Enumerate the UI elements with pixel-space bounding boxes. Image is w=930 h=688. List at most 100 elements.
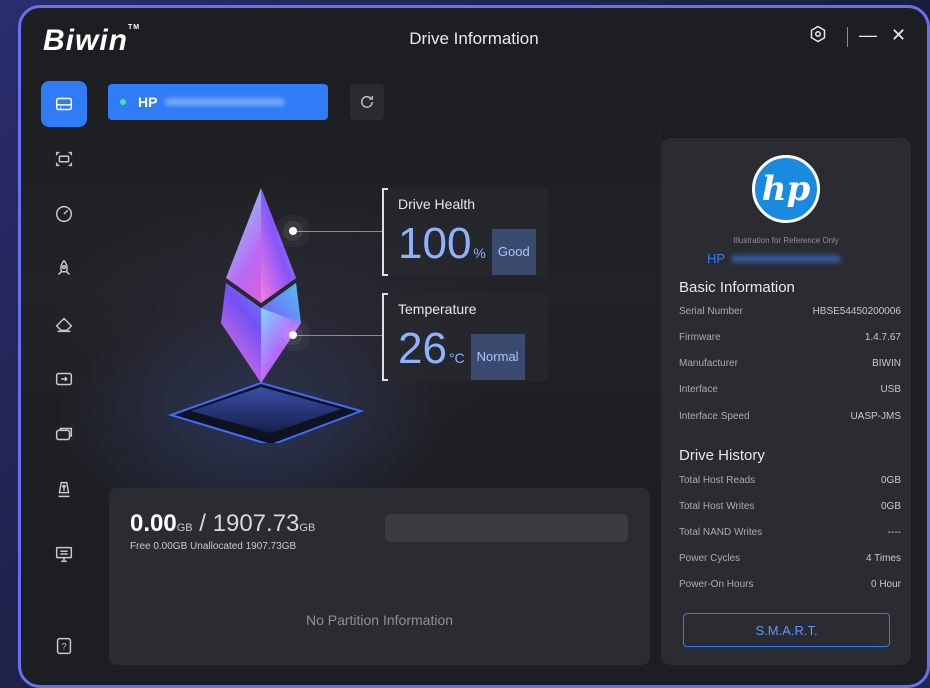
history-label: Total NAND Writes xyxy=(679,527,763,538)
help-icon: ? xyxy=(56,637,72,655)
storage-separator: / xyxy=(199,510,206,537)
sidebar-item-system[interactable] xyxy=(41,531,87,577)
close-button[interactable]: ✕ xyxy=(891,25,906,46)
temperature-connector xyxy=(293,335,383,336)
eraser-icon xyxy=(55,317,73,333)
info-label: Firmware xyxy=(679,332,721,343)
title-bar: BiwinTM Drive Information — ✕ xyxy=(21,8,927,74)
storage-capacity: 0.00GB / 1907.73GB xyxy=(130,510,315,538)
temperature-marker xyxy=(289,331,297,339)
sidebar-item-help[interactable]: ? xyxy=(41,623,87,669)
history-row-power-cycles: Power Cycles 4 Times xyxy=(679,553,901,569)
health-connector xyxy=(293,231,383,232)
title-divider xyxy=(847,27,848,47)
info-value: 1.4.7.67 xyxy=(864,332,901,343)
drive-history-title: Drive History xyxy=(679,447,765,464)
info-label: Interface Speed xyxy=(679,411,750,422)
sidebar-item-scan[interactable] xyxy=(41,136,87,182)
history-label: Power Cycles xyxy=(679,553,741,564)
drive-info-panel: hp Illustration for Reference Only HP Ba… xyxy=(661,138,911,665)
temperature-value: 26 xyxy=(398,324,447,373)
history-value: 4 Times xyxy=(865,553,901,564)
info-label: Manufacturer xyxy=(679,358,738,369)
history-row-reads: Total Host Reads 0GB xyxy=(679,475,901,491)
history-label: Total Host Reads xyxy=(679,475,756,486)
sidebar-item-clone[interactable] xyxy=(41,411,87,457)
drive-icon xyxy=(55,97,73,111)
firmware-upload-icon xyxy=(58,481,70,498)
monitor-icon xyxy=(55,546,73,563)
drive-selector[interactable]: HP xyxy=(108,84,328,120)
history-label: Power-On Hours xyxy=(679,579,754,590)
temperature-status: Normal xyxy=(470,334,525,380)
storage-used-value: 0.00 xyxy=(130,510,177,537)
drive-health-label: Drive Health xyxy=(398,196,476,212)
crystal-illustration xyxy=(167,188,365,443)
sidebar-item-migrate[interactable] xyxy=(41,356,87,402)
storage-free-info: Free 0.00GB Unallocated 1907.73GB xyxy=(130,541,297,552)
info-row-manufacturer: Manufacturer BIWIN xyxy=(679,358,901,374)
info-row-interface: Interface USB xyxy=(679,384,901,400)
history-label: Total Host Writes xyxy=(679,501,755,512)
reference-note: Illustration for Reference Only xyxy=(733,236,839,245)
drive-health-status: Good xyxy=(491,229,536,275)
history-row-writes: Total Host Writes 0GB xyxy=(679,501,901,517)
no-partition-message: No Partition Information xyxy=(305,612,454,628)
drive-model: HP xyxy=(707,251,842,266)
smart-button[interactable]: S.M.A.R.T. xyxy=(683,613,890,647)
temperature-label: Temperature xyxy=(398,301,477,317)
info-label: Serial Number xyxy=(679,306,743,317)
temperature-value-row: 26 °C Normal xyxy=(398,327,525,380)
history-value: 0GB xyxy=(880,475,901,486)
temperature-bracket xyxy=(382,293,388,381)
storage-total-unit: GB xyxy=(299,522,316,534)
scan-icon xyxy=(55,151,73,167)
temperature-card: Temperature 26 °C Normal xyxy=(382,293,548,381)
info-row-interface-speed: Interface Speed UASP-JMS xyxy=(679,411,901,427)
svg-text:?: ? xyxy=(61,642,66,652)
history-row-nand-writes: Total NAND Writes ---- xyxy=(679,527,901,543)
history-value: 0GB xyxy=(880,501,901,512)
refresh-icon xyxy=(361,96,373,108)
drive-status-dot xyxy=(120,99,126,105)
sidebar-item-boost[interactable] xyxy=(41,246,87,292)
drive-model-redacted xyxy=(165,98,286,106)
history-row-power-on-hours: Power-On Hours 0 Hour xyxy=(679,579,901,595)
info-label: Interface xyxy=(679,384,718,395)
health-marker xyxy=(289,227,297,235)
speedometer-icon xyxy=(55,205,73,223)
storage-used-unit: GB xyxy=(176,522,193,534)
hp-logo: hp xyxy=(752,155,820,223)
clone-drive-icon xyxy=(55,427,73,441)
temperature-unit: °C xyxy=(448,350,465,366)
drive-health-unit: % xyxy=(473,245,486,261)
rocket-icon xyxy=(57,259,71,276)
migrate-icon xyxy=(55,372,73,386)
sidebar-item-firmware[interactable] xyxy=(41,466,87,512)
sidebar-item-benchmark[interactable] xyxy=(41,191,87,237)
sidebar-item-drive-info[interactable] xyxy=(41,81,87,127)
sidebar-item-erase[interactable] xyxy=(41,301,87,347)
drive-model-redacted xyxy=(731,254,842,263)
drive-health-value: 100 xyxy=(398,219,472,268)
drive-model-brand: HP xyxy=(707,251,726,266)
health-bracket xyxy=(382,188,388,276)
info-row-serial: Serial Number HBSE54450200006 xyxy=(679,306,901,322)
info-value: USB xyxy=(880,384,901,395)
minimize-button[interactable]: — xyxy=(859,25,877,46)
storage-usage-bar xyxy=(385,514,628,542)
info-row-firmware: Firmware 1.4.7.67 xyxy=(679,332,901,348)
settings-icon[interactable] xyxy=(809,25,827,48)
info-value: UASP-JMS xyxy=(850,411,901,422)
drive-name: HP xyxy=(138,94,158,110)
history-value: 0 Hour xyxy=(870,579,901,590)
storage-total-value: 1907.73 xyxy=(212,510,300,537)
info-value: HBSE54450200006 xyxy=(812,306,901,317)
drive-health-value-row: 100% Good xyxy=(398,222,536,275)
basic-info-title: Basic Information xyxy=(679,279,795,296)
drive-health-card: Drive Health 100% Good xyxy=(382,188,548,276)
refresh-button[interactable] xyxy=(350,84,384,120)
info-value: BIWIN xyxy=(872,358,901,369)
history-value: ---- xyxy=(887,527,901,538)
window-title: Drive Information xyxy=(409,29,539,48)
